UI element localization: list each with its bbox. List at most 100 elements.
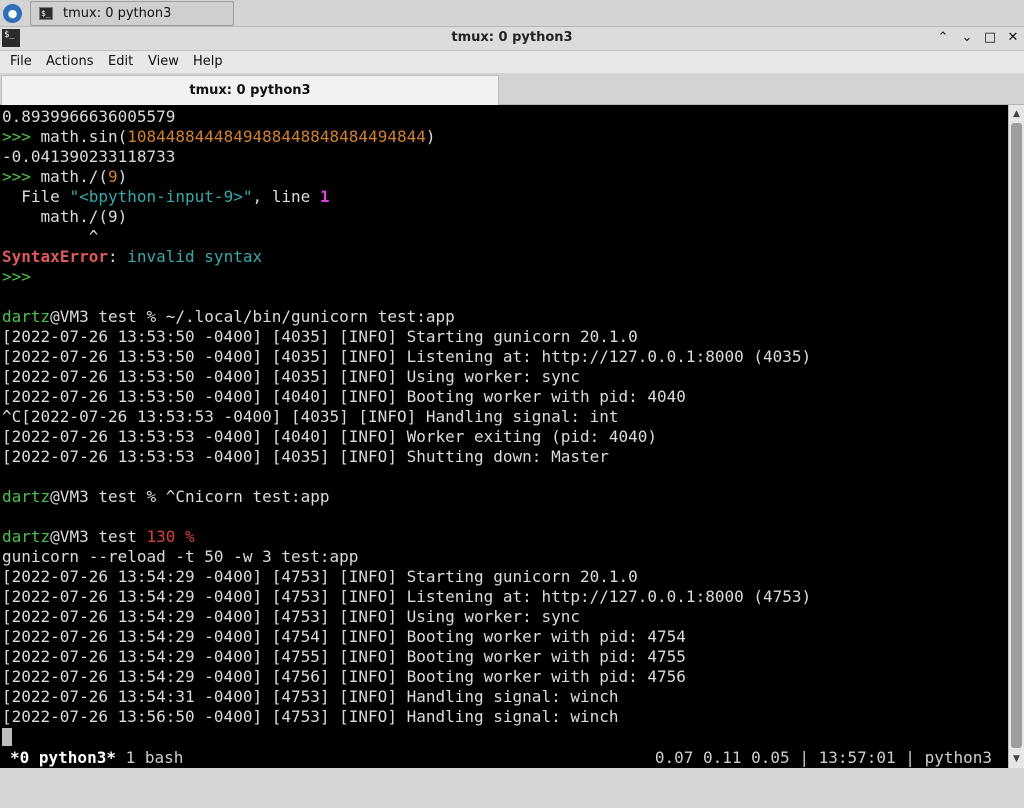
terminal-text-segment: ^C[2022-07-26 13:53:53 -0400] [4035] [IN…: [2, 407, 619, 426]
terminal-text-segment: 9: [107, 167, 118, 186]
terminal-line: dartz@VM3 test % ~/.local/bin/gunicorn t…: [2, 307, 455, 327]
terminal-text-segment: "<bpython-input-9>": [69, 187, 253, 206]
terminal-line: [2022-07-26 13:54:29 -0400] [4753] [INFO…: [2, 607, 580, 627]
terminal-text-segment: 0.8939966636005579: [2, 107, 176, 126]
terminal-text-segment: [2022-07-26 13:53:53 -0400] [4040] [INFO…: [2, 427, 658, 446]
taskbar-task-terminal[interactable]: $_ tmux: 0 python3: [30, 1, 234, 26]
terminal-text-segment: [2022-07-26 13:54:29 -0400] [4755] [INFO…: [2, 647, 686, 666]
terminal-line: >>>: [2, 267, 31, 287]
tab-label: tmux: 0 python3: [189, 83, 311, 98]
terminal-line: [2022-07-26 13:53:53 -0400] [4040] [INFO…: [2, 427, 657, 447]
terminal-text-segment: [2022-07-26 13:53:50 -0400] [4035] [INFO…: [2, 327, 638, 346]
terminal-output[interactable]: 0.8939966636005579 >>> math.sin(108448844…: [0, 105, 1008, 768]
load-average: 0.07 0.11 0.05: [654, 748, 790, 767]
terminal-text-segment: :: [107, 247, 128, 266]
terminal-text-segment: [2022-07-26 13:54:29 -0400] [4756] [INFO…: [2, 667, 686, 686]
status-separator: |: [789, 748, 819, 767]
terminal-text-segment: dartz: [2, 527, 51, 546]
terminal-line: [2022-07-26 13:53:53 -0400] [4035] [INFO…: [2, 447, 609, 467]
terminal-text-segment: [2022-07-26 13:53:50 -0400] [4040] [INFO…: [2, 387, 686, 406]
menu-bar: File Actions Edit View Help: [0, 51, 1024, 73]
window-restore-button[interactable]: □: [981, 29, 999, 47]
terminal-icon: $_: [39, 7, 53, 20]
window-title: tmux: 0 python3: [451, 30, 573, 45]
terminal-line: [2022-07-26 13:54:29 -0400] [4756] [INFO…: [2, 667, 686, 687]
taskbar: ● $_ tmux: 0 python3: [0, 0, 1024, 27]
terminal-line: [2022-07-26 13:54:31 -0400] [4753] [INFO…: [2, 687, 619, 707]
window-minimize-button[interactable]: ⌃: [934, 29, 952, 47]
menu-view[interactable]: View: [148, 54, 179, 69]
window-maximize-button[interactable]: ⌄: [958, 29, 976, 47]
terminal-text-segment: math./(9): [2, 207, 128, 226]
scrollbar-thumb[interactable]: [1011, 123, 1022, 748]
terminal-line: [2022-07-26 13:53:50 -0400] [4035] [INFO…: [2, 327, 638, 347]
terminal-text-segment: 130 %: [146, 527, 195, 546]
menu-actions[interactable]: Actions: [46, 54, 94, 69]
terminal-scrollbar[interactable]: ▲ ▼: [1008, 105, 1024, 768]
terminal-line: [2022-07-26 13:54:29 -0400] [4753] [INFO…: [2, 567, 638, 587]
taskbar-task-label: tmux: 0 python3: [63, 6, 172, 21]
terminal-text-segment: @VM3 test % ~/.local/bin/gunicorn test:a…: [50, 307, 455, 326]
terminal-line: SyntaxError: invalid syntax: [2, 247, 262, 267]
terminal-text-segment: ): [117, 167, 128, 186]
status-hostname: python3: [924, 748, 992, 767]
terminal-text-segment: math./(: [40, 167, 108, 186]
terminal-text-segment: >>>: [2, 127, 41, 146]
terminal-line: >>> math.sin(108448844484948844884848449…: [2, 127, 436, 147]
window-close-button[interactable]: ✕: [1004, 29, 1022, 47]
menu-file[interactable]: File: [10, 54, 32, 69]
terminal-text-segment: dartz: [2, 487, 51, 506]
terminal-text-segment: [2022-07-26 13:54:31 -0400] [4753] [INFO…: [2, 687, 619, 706]
terminal-text-segment: [2022-07-26 13:53:50 -0400] [4035] [INFO…: [2, 347, 812, 366]
terminal-line: [2022-07-26 13:53:50 -0400] [4035] [INFO…: [2, 367, 580, 387]
terminal-cursor: [2, 728, 12, 746]
terminal-text-segment: File: [2, 187, 70, 206]
terminal-text-segment: [2022-07-26 13:54:29 -0400] [4753] [INFO…: [2, 607, 580, 626]
terminal-line: dartz@VM3 test 130 %: [2, 527, 195, 547]
terminal-line: [2022-07-26 13:53:50 -0400] [4040] [INFO…: [2, 387, 686, 407]
tmux-status-right: 0.07 0.11 0.05 | 13:57:01 | python3: [655, 748, 992, 768]
terminal-line: >>> math./(9): [2, 167, 127, 187]
terminal-text-segment: ): [425, 127, 436, 146]
terminal-text-segment: ^: [2, 227, 99, 246]
menu-edit[interactable]: Edit: [108, 54, 133, 69]
scroll-down-icon[interactable]: ▼: [1009, 752, 1024, 766]
terminal-text-segment: [2022-07-26 13:56:50 -0400] [4753] [INFO…: [2, 707, 619, 726]
terminal-line: dartz@VM3 test % ^Cnicorn test:app: [2, 487, 330, 507]
terminal-text-segment: >>>: [2, 267, 31, 286]
tab-bar: tmux: 0 python3: [0, 73, 1024, 105]
terminal-line: -0.041390233118733: [2, 147, 175, 167]
terminal-text-segment: [2022-07-26 13:54:29 -0400] [4753] [INFO…: [2, 587, 812, 606]
status-separator-2: |: [895, 748, 925, 767]
tmux-window-list: *0 python3* 1 bash: [10, 748, 183, 768]
terminal-text-segment: gunicorn --reload -t 50 -w 3 test:app: [2, 547, 359, 566]
terminal-text-segment: [2022-07-26 13:53:53 -0400] [4035] [INFO…: [2, 447, 609, 466]
terminal-line: math./(9): [2, 207, 128, 227]
terminal-line: [2022-07-26 13:54:29 -0400] [4753] [INFO…: [2, 587, 811, 607]
scroll-up-icon[interactable]: ▲: [1009, 107, 1024, 121]
tmux-active-window[interactable]: *0 python3*: [10, 748, 116, 767]
terminal-text-segment: , line: [252, 187, 320, 206]
start-menu-icon[interactable]: ●: [3, 4, 22, 23]
terminal-line: [2022-07-26 13:54:29 -0400] [4754] [INFO…: [2, 627, 686, 647]
terminal-text-segment: @VM3 test % ^Cnicorn test:app: [50, 487, 330, 506]
terminal-text-segment: >>>: [2, 167, 41, 186]
terminal-text-segment: [2022-07-26 13:54:29 -0400] [4754] [INFO…: [2, 627, 686, 646]
terminal-text-segment: 1084488444849488448848484494844: [127, 127, 426, 146]
terminal-text-segment: 1: [319, 187, 330, 206]
terminal-line: gunicorn --reload -t 50 -w 3 test:app: [2, 547, 358, 567]
terminal-text-segment: math.sin(: [40, 127, 128, 146]
terminal-text-segment: @VM3 test: [50, 527, 147, 546]
terminal-line: ^: [2, 227, 99, 247]
terminal-line: [2022-07-26 13:56:50 -0400] [4753] [INFO…: [2, 707, 619, 727]
terminal-text-segment: SyntaxError: [2, 247, 108, 266]
tab-tmux[interactable]: tmux: 0 python3: [1, 75, 499, 105]
menu-help[interactable]: Help: [193, 54, 223, 69]
terminal-text-segment: -0.041390233118733: [2, 147, 176, 166]
status-clock: 13:57:01: [818, 748, 896, 767]
window-titlebar[interactable]: $_ tmux: 0 python3 ⌃ ⌄ □ ✕: [0, 27, 1024, 51]
terminal-text-segment: [2022-07-26 13:54:29 -0400] [4753] [INFO…: [2, 567, 638, 586]
terminal-text-segment: invalid syntax: [127, 247, 263, 266]
tmux-other-window[interactable]: 1 bash: [116, 748, 184, 767]
tmux-status-bar: *0 python3* 1 bash 0.07 0.11 0.05 | 13:5…: [0, 748, 1008, 768]
